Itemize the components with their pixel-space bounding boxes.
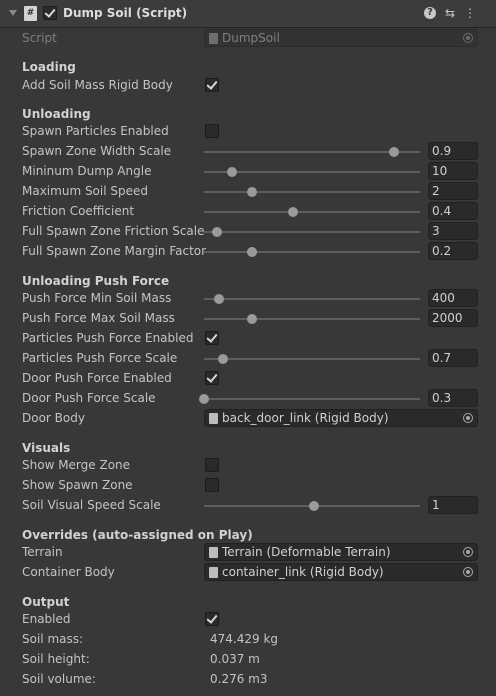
terrain-field[interactable]: Terrain (Deformable Terrain)	[204, 543, 478, 561]
door-push-enabled-label: Door Push Force Enabled	[22, 371, 172, 385]
soil-mass-label: Soil mass:	[22, 632, 84, 646]
particles-push-enabled-label: Particles Push Force Enabled	[22, 331, 194, 345]
slider-track[interactable]	[204, 147, 420, 157]
soil-mass-value: 474.429 kg	[210, 632, 279, 646]
component-header: # Dump Soil (Script) ? ⇆ ⋮	[0, 0, 496, 28]
object-picker-icon[interactable]	[463, 567, 473, 577]
container-body-value: container_link (Rigid Body)	[222, 565, 384, 579]
script-icon: #	[24, 6, 37, 21]
soil-height-label: Soil height:	[22, 652, 90, 666]
terrain-component-icon	[209, 547, 218, 558]
rigid-body-icon	[209, 567, 218, 578]
soil-height-value: 0.037 m	[210, 652, 260, 666]
push-max-mass-track[interactable]	[204, 314, 420, 324]
script-field[interactable]: DumpSoil	[204, 29, 478, 47]
slider-value-field[interactable]: 0.2	[428, 242, 478, 260]
slider-track[interactable]	[204, 167, 420, 177]
slider-track[interactable]	[204, 207, 420, 217]
slider-label: Friction Coefficient	[22, 204, 135, 218]
slider-knob[interactable]	[218, 354, 229, 364]
slider-label: Maximum Soil Speed	[22, 184, 148, 198]
slider-value-field[interactable]: 10	[428, 162, 478, 180]
section-output: Output	[22, 595, 70, 609]
script-field-value: DumpSoil	[222, 31, 280, 45]
terrain-value: Terrain (Deformable Terrain)	[222, 545, 391, 559]
section-visuals: Visuals	[22, 441, 71, 455]
spawn-particles-label: Spawn Particles Enabled	[22, 124, 169, 138]
component-enabled-checkbox[interactable]	[43, 6, 57, 20]
terrain-label: Terrain	[22, 545, 63, 559]
slider-label: Mininum Dump Angle	[22, 164, 152, 178]
soil-volume-value: 0.276 m3	[210, 672, 268, 686]
particles-push-enabled-checkbox[interactable]	[205, 331, 219, 345]
output-enabled-checkbox[interactable]	[205, 612, 219, 626]
slider-knob[interactable]	[309, 501, 320, 511]
rigid-body-icon	[209, 413, 218, 424]
section-loading: Loading	[22, 60, 76, 74]
presets-icon[interactable]: ⇆	[443, 6, 457, 20]
slider-knob[interactable]	[389, 147, 400, 157]
context-menu-icon[interactable]: ⋮	[463, 6, 477, 20]
visual-speed-scale-field[interactable]: 1	[428, 496, 478, 514]
show-merge-zone-label: Show Merge Zone	[22, 458, 131, 472]
add-rigid-body-label: Add Soil Mass Rigid Body	[22, 78, 173, 92]
show-spawn-zone-label: Show Spawn Zone	[22, 478, 133, 492]
slider-value-field[interactable]: 0.9	[428, 142, 478, 160]
object-picker-icon[interactable]	[463, 413, 473, 423]
door-push-scale-field[interactable]: 0.3	[428, 389, 478, 407]
slider-value-field[interactable]: 0.4	[428, 202, 478, 220]
push-min-mass-label: Push Force Min Soil Mass	[22, 291, 172, 305]
foldout-arrow-icon[interactable]	[9, 10, 17, 16]
output-enabled-label: Enabled	[22, 612, 71, 626]
slider-label: Full Spawn Zone Friction Scale	[22, 224, 205, 238]
push-min-mass-track[interactable]	[204, 294, 420, 304]
slider-knob[interactable]	[246, 187, 257, 197]
slider-knob[interactable]	[227, 167, 238, 177]
door-body-field[interactable]: back_door_link (Rigid Body)	[204, 409, 478, 427]
particles-push-scale-track[interactable]	[204, 354, 420, 364]
component-title: Dump Soil (Script)	[63, 6, 188, 20]
section-overrides: Overrides (auto-assigned on Play)	[22, 528, 253, 542]
door-body-label: Door Body	[22, 411, 85, 425]
add-rigid-body-checkbox[interactable]	[205, 78, 219, 92]
slider-value-field[interactable]: 3	[428, 222, 478, 240]
section-unloading: Unloading	[22, 107, 91, 121]
slider-track[interactable]	[204, 187, 420, 197]
visual-speed-scale-track[interactable]	[204, 501, 420, 511]
script-file-icon	[209, 33, 218, 44]
container-body-label: Container Body	[22, 565, 115, 579]
slider-label: Spawn Zone Width Scale	[22, 144, 172, 158]
door-push-enabled-checkbox[interactable]	[205, 371, 219, 385]
particles-push-scale-label: Particles Push Force Scale	[22, 351, 178, 365]
slider-value-field[interactable]: 2	[428, 182, 478, 200]
slider-knob[interactable]	[246, 314, 257, 324]
door-push-scale-label: Door Push Force Scale	[22, 391, 156, 405]
door-body-value: back_door_link (Rigid Body)	[222, 411, 389, 425]
container-body-field[interactable]: container_link (Rigid Body)	[204, 563, 478, 581]
slider-knob[interactable]	[199, 394, 209, 404]
object-picker-icon[interactable]	[463, 33, 473, 43]
slider-knob[interactable]	[214, 294, 225, 304]
push-max-mass-field[interactable]: 2000	[428, 309, 478, 327]
visual-speed-scale-label: Soil Visual Speed Scale	[22, 498, 161, 512]
slider-track[interactable]	[204, 247, 420, 257]
soil-volume-label: Soil volume:	[22, 672, 96, 686]
script-label: Script	[22, 31, 57, 45]
push-max-mass-label: Push Force Max Soil Mass	[22, 311, 175, 325]
slider-knob[interactable]	[287, 207, 298, 217]
object-picker-icon[interactable]	[463, 547, 473, 557]
show-merge-zone-checkbox[interactable]	[205, 458, 219, 472]
section-push-force: Unloading Push Force	[22, 274, 170, 288]
particles-push-scale-field[interactable]: 0.7	[428, 349, 478, 367]
show-spawn-zone-checkbox[interactable]	[205, 478, 219, 492]
slider-knob[interactable]	[211, 227, 222, 237]
slider-knob[interactable]	[246, 247, 257, 257]
help-icon[interactable]: ?	[424, 7, 436, 19]
slider-track[interactable]	[204, 227, 420, 237]
push-min-mass-field[interactable]: 400	[428, 289, 478, 307]
slider-label: Full Spawn Zone Margin Factor	[22, 244, 207, 258]
door-push-scale-track[interactable]	[199, 394, 420, 404]
spawn-particles-checkbox[interactable]	[205, 124, 219, 138]
